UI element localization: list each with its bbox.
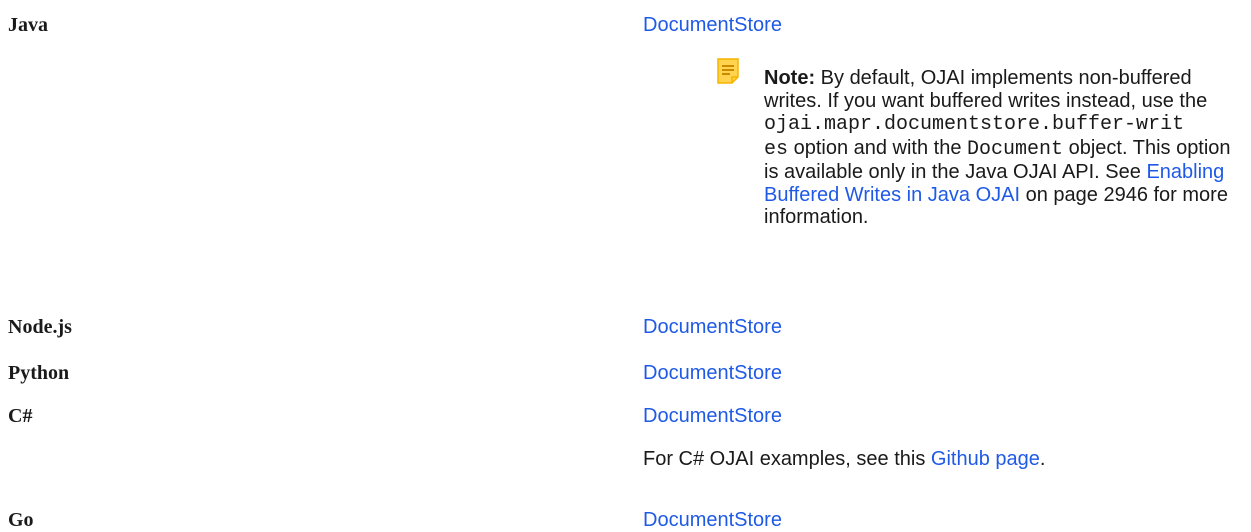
documentstore-link-python[interactable]: DocumentStore xyxy=(643,361,782,385)
note-text-1: By default, OJAI implements non-buffered… xyxy=(764,67,1208,112)
language-csharp: C# xyxy=(8,405,33,427)
note-label: Note: xyxy=(764,67,816,89)
documentstore-link-label[interactable]: DocumentStore xyxy=(643,316,782,338)
language-java: Java xyxy=(8,14,48,36)
documentstore-link-nodejs[interactable]: DocumentStore xyxy=(643,315,782,339)
documentstore-link-csharp[interactable]: DocumentStore xyxy=(643,404,782,428)
csharp-examples-after: . xyxy=(1039,448,1046,470)
documentstore-link-go[interactable]: DocumentStore xyxy=(643,508,782,532)
csharp-examples-before: For C# OJAI examples, see this xyxy=(643,448,931,470)
note-text-2: option and with the xyxy=(788,136,968,159)
github-page-link[interactable]: Github page xyxy=(931,448,1040,470)
note-icon xyxy=(717,58,739,84)
documentstore-link-label[interactable]: DocumentStore xyxy=(643,509,782,531)
note-code-1: ojai.mapr.documentstore.buffer-writ xyxy=(764,113,1185,136)
documentstore-link-label[interactable]: DocumentStore xyxy=(643,362,782,384)
language-python: Python xyxy=(8,362,70,384)
csharp-examples-text: For C# OJAI examples, see this Github pa… xyxy=(643,447,1045,471)
documentstore-link-label[interactable]: DocumentStore xyxy=(643,405,782,427)
documentstore-link-java[interactable]: DocumentStore xyxy=(643,13,782,37)
note-code-1b: es xyxy=(764,137,789,161)
language-nodejs: Node.js xyxy=(8,316,72,338)
note-block: Note: By default, OJAI implements non-bu… xyxy=(764,67,1244,229)
language-go: Go xyxy=(8,509,34,531)
documentstore-link-label[interactable]: DocumentStore xyxy=(643,14,782,36)
note-code-2: Document xyxy=(967,137,1064,161)
